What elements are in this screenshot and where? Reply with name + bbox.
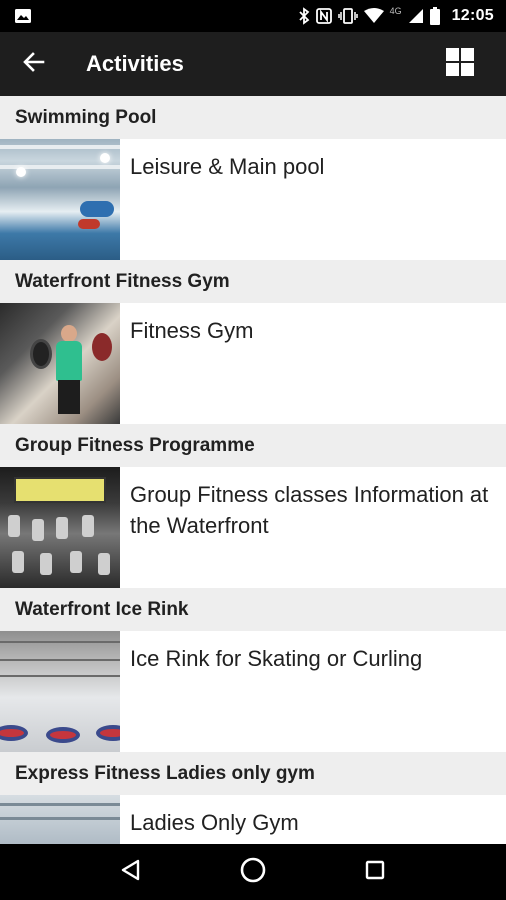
activities-list[interactable]: Swimming Pool Leisure & Main pool Waterf… — [0, 96, 506, 844]
section-fitness-gym: Waterfront Fitness Gym Fitness Gym — [0, 260, 506, 424]
section-header: Swimming Pool — [0, 96, 506, 139]
back-button[interactable] — [0, 32, 68, 96]
list-item[interactable]: Fitness Gym — [0, 303, 506, 424]
grid-icon — [446, 47, 474, 81]
nfc-icon — [315, 7, 332, 25]
list-item-label: Ladies Only Gym — [130, 810, 299, 835]
status-time: 12:05 — [451, 7, 494, 24]
section-ice-rink: Waterfront Ice Rink Ice Rink for Skating… — [0, 588, 506, 752]
back-triangle-icon — [120, 859, 142, 886]
wifi-icon — [363, 7, 384, 25]
section-header: Waterfront Ice Rink — [0, 588, 506, 631]
page-title: Activities — [86, 51, 184, 76]
network-type-label: 4G — [389, 6, 402, 16]
ladies-gym-photo — [0, 795, 120, 844]
ice-rink-photo — [0, 631, 120, 752]
list-item[interactable]: Ladies Only Gym — [0, 795, 506, 844]
section-header: Group Fitness Programme — [0, 424, 506, 467]
section-group-fitness: Group Fitness Programme Group Fitness cl… — [0, 424, 506, 588]
list-item-label: Fitness Gym — [130, 318, 254, 343]
list-item[interactable]: Group Fitness classes Information at the… — [0, 467, 506, 588]
list-item[interactable]: Leisure & Main pool — [0, 139, 506, 260]
home-circle-icon — [239, 856, 267, 889]
signal-icon — [408, 7, 424, 25]
gym-photo — [0, 303, 120, 424]
system-nav-bar — [0, 844, 506, 900]
image-icon — [14, 7, 32, 25]
list-item-label: Ice Rink for Skating or Curling — [130, 646, 423, 671]
pool-photo — [0, 139, 120, 260]
bluetooth-icon — [298, 7, 310, 25]
grid-view-button[interactable] — [428, 32, 492, 96]
list-item-label: Group Fitness classes Information at the… — [130, 482, 489, 538]
list-item-label: Leisure & Main pool — [130, 154, 325, 179]
nav-recents-button[interactable] — [351, 848, 399, 896]
status-bar: 4G 12:05 — [0, 0, 506, 32]
list-item[interactable]: Ice Rink for Skating or Curling — [0, 631, 506, 752]
nav-back-button[interactable] — [107, 848, 155, 896]
app-bar: Activities — [0, 32, 506, 96]
section-header: Express Fitness Ladies only gym — [0, 752, 506, 795]
vibrate-icon — [337, 7, 358, 25]
battery-icon — [429, 7, 440, 25]
fitness-class-photo — [0, 467, 120, 588]
recents-square-icon — [364, 859, 386, 886]
section-header: Waterfront Fitness Gym — [0, 260, 506, 303]
section-ladies-gym: Express Fitness Ladies only gym Ladies O… — [0, 752, 506, 844]
arrow-back-icon — [23, 51, 45, 78]
nav-home-button[interactable] — [229, 848, 277, 896]
section-swimming-pool: Swimming Pool Leisure & Main pool — [0, 96, 506, 260]
